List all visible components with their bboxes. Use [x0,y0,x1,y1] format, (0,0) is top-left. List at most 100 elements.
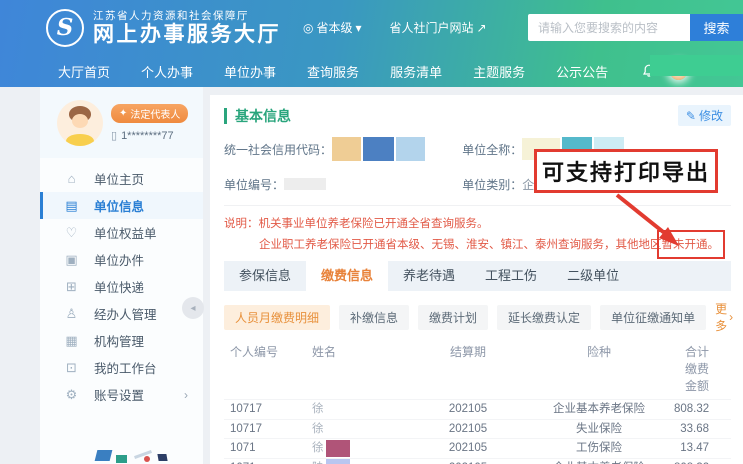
profile-card: ✦法定代表人 ▯ 1********77 [40,87,203,158]
print-export-callout: 可支持打印导出 [534,149,718,193]
tab-bar: 参保信息缴费信息养老待遇工程工伤二级单位 [224,261,731,291]
table-cell: 202105 [412,400,524,419]
subtab-levy-notice[interactable]: 单位征缴通知单 [600,305,706,330]
subtab-supplementary-payment[interactable]: 补缴信息 [339,305,409,330]
unit-type-label: 单位类别： [462,176,522,193]
sidebar-item-unit-info[interactable]: ▤单位信息 [40,192,203,219]
column-header: 姓名 [312,343,412,394]
sidebar-item-label: 我的工作台 [94,358,157,377]
table-cell: 徐 [312,400,412,419]
role-badge-label: 法定代表人 [130,106,180,121]
column-header: 险种 [524,343,674,394]
site-title: 网上办事服务大厅 [93,23,281,47]
field-credit-code: 统一社会信用代码： [224,136,462,162]
table-row: 10717徐202105企业基本养老保险808.32 [224,399,731,419]
header-upper: S 江苏省人力资源和社会保障厅 网上办事服务大厅 ◎省本级▾ 省人社门户网站↗ … [0,0,743,55]
edit-button[interactable]: ✎修改 [678,105,731,126]
tab-secondary-units[interactable]: 二级单位 [552,261,634,291]
sidebar-item-org-management[interactable]: ▦机构管理 [40,327,203,354]
sidebar: ✦法定代表人 ▯ 1********77 ⌂单位主页▤单位信息♡单位权益单▣单位办… [40,87,203,464]
person-icon: ♙ [64,306,79,322]
portal-link[interactable]: 省人社门户网站↗ [390,19,487,36]
phone-icon: ▯ [111,129,117,142]
page: S 江苏省人力资源和社会保障厅 网上办事服务大厅 ◎省本级▾ 省人社门户网站↗ … [0,0,743,464]
sidebar-item-my-workbench[interactable]: ⊡ 我的工作台 [40,354,203,381]
sidebar-item-label: 单位主页 [94,169,144,188]
region-selector[interactable]: ◎省本级▾ [303,19,362,36]
unit-no-label: 单位编号： [224,176,284,193]
pencil-icon: ✎ [686,109,696,123]
sidebar-item-unit-home[interactable]: ⌂单位主页 [40,165,203,192]
sidebar-item-label: 单位办件 [94,250,144,269]
sidebar-illustration [40,428,203,464]
table-cell: 企业基本养老保险 [524,400,674,419]
nav-item[interactable]: 单位办事 [224,62,276,81]
avatar-face [72,114,88,128]
subtab-monthly-payment-detail[interactable]: 人员月缴费明细 [224,305,330,330]
external-link-icon: ↗ [477,21,487,35]
redaction-block [284,178,326,190]
unit-name-label: 单位全称： [462,141,522,158]
subtab-list: 人员月缴费明细补缴信息缴费计划延长缴费认定单位征缴通知单 [224,305,715,330]
table-body: 10717徐202105企业基本养老保险808.3210717徐202105失业… [224,399,731,464]
subtab-payment-plan[interactable]: 缴费计划 [418,305,488,330]
sidebar-item-account-settings[interactable]: ⚙账号设置› [40,381,203,408]
table-cell: 徐 [312,420,412,439]
column-header: 个人编号 [224,343,312,394]
profile-meta: ✦法定代表人 ▯ 1********77 [111,103,188,142]
profile-phone: ▯ 1********77 [111,129,188,142]
table-row: 1071陆202105企业基本养老保险808.32 [224,458,731,464]
gear-icon: ⚙ [64,387,79,403]
sidebar-item-label: 单位信息 [94,196,144,215]
sidebar-collapse-button[interactable]: ◂ [182,297,204,319]
tab-insured-info[interactable]: 参保信息 [224,261,306,291]
nav-item[interactable]: 个人办事 [141,62,193,81]
table-cell: 808.32 [674,400,731,419]
sidebar-item-agent-management[interactable]: ♙经办人管理 [40,300,203,327]
table-cell: 企业基本养老保险 [524,459,674,464]
search-input[interactable] [528,14,690,41]
table-cell: 10717 [224,420,312,439]
chevron-right-icon: › [184,388,188,402]
nav-item[interactable]: 查询服务 [307,62,359,81]
site-header: S 江苏省人力资源和社会保障厅 网上办事服务大厅 ◎省本级▾ 省人社门户网站↗ … [0,0,743,87]
portal-label: 省人社门户网站 [390,19,474,36]
sidebar-item-label: 单位快递 [94,277,144,296]
nav-item[interactable]: 公示公告 [556,62,608,81]
sidebar-item-unit-rights[interactable]: ♡单位权益单 [40,219,203,246]
panel-header: 基本信息 ✎修改 [224,105,731,126]
redaction-block [326,459,350,464]
search-button[interactable]: 搜索 [690,14,743,41]
table-cell: 失业保险 [524,420,674,439]
table-cell: 202105 [412,420,524,439]
region-label: 省本级 [316,19,352,36]
site-titles: 江苏省人力资源和社会保障厅 网上办事服务大厅 [93,8,281,47]
callout-arrow-icon [595,193,695,255]
tab-payment-info[interactable]: 缴费信息 [306,261,388,291]
badge-icon: ✦ [119,108,127,119]
table-cell: 1071 [224,459,312,464]
org-name: 江苏省人力资源和社会保障厅 [93,8,281,23]
table-cell: 202105 [412,439,524,458]
monitor-icon: ⊡ [64,360,79,376]
caret-down-icon: ▾ [356,21,362,35]
more-link[interactable]: 更多› [715,300,733,334]
sidebar-item-unit-express[interactable]: ⊞单位快递 [40,273,203,300]
nav-items: 大厅首页 个人办事 单位办事 查询服务 服务清单 主题服务 公示公告 [58,62,639,81]
tab-pension-benefits[interactable]: 养老待遇 [388,261,470,291]
column-header: 合计缴费金额 [674,343,731,394]
tab-engineering-injury[interactable]: 工程工伤 [470,261,552,291]
subtab-bar: 人员月缴费明细补缴信息缴费计划延长缴费认定单位征缴通知单 更多› [224,300,731,334]
nav-item[interactable]: 主题服务 [473,62,525,81]
main-nav: 大厅首页 个人办事 单位办事 查询服务 服务清单 主题服务 公示公告 [0,55,743,87]
redaction-block [396,137,425,161]
sidebar-item-label: 机构管理 [94,331,144,350]
nav-item[interactable]: 服务清单 [390,62,442,81]
nav-item[interactable]: 大厅首页 [58,62,110,81]
phone-number: 1********77 [121,130,174,142]
sidebar-item-unit-cases[interactable]: ▣单位办件 [40,246,203,273]
section-title: 基本信息 [224,108,291,124]
table-cell: 工伤保险 [524,439,674,458]
nav-green-decoration [650,55,743,76]
subtab-extended-payment-confirm[interactable]: 延长缴费认定 [497,305,591,330]
